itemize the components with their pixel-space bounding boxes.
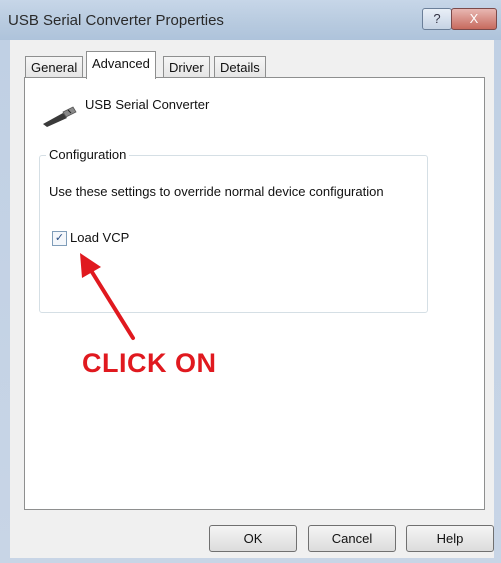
ok-button[interactable]: OK xyxy=(209,525,297,552)
click-on-annotation: CLICK ON xyxy=(82,348,217,378)
help-button[interactable]: Help xyxy=(406,525,494,552)
cancel-button[interactable]: Cancel xyxy=(308,525,396,552)
dialog-client: General Advanced Driver Details USB Seri… xyxy=(10,40,494,558)
dialog-window: USB Serial Converter Properties ? X Gene… xyxy=(0,0,501,563)
tab-driver[interactable]: Driver xyxy=(163,56,210,78)
title-help-button[interactable]: ? xyxy=(422,8,452,30)
window-title: USB Serial Converter Properties xyxy=(8,12,224,29)
tab-general[interactable]: General xyxy=(25,56,84,78)
title-close-button[interactable]: X xyxy=(451,8,497,30)
tab-details[interactable]: Details xyxy=(214,56,266,78)
title-bar[interactable]: USB Serial Converter Properties ? X xyxy=(0,0,501,40)
tab-advanced[interactable]: Advanced xyxy=(86,51,156,79)
advanced-tab-panel: USB Serial Converter Configuration Use t… xyxy=(24,77,485,510)
annotation-arrow-icon xyxy=(80,253,135,340)
